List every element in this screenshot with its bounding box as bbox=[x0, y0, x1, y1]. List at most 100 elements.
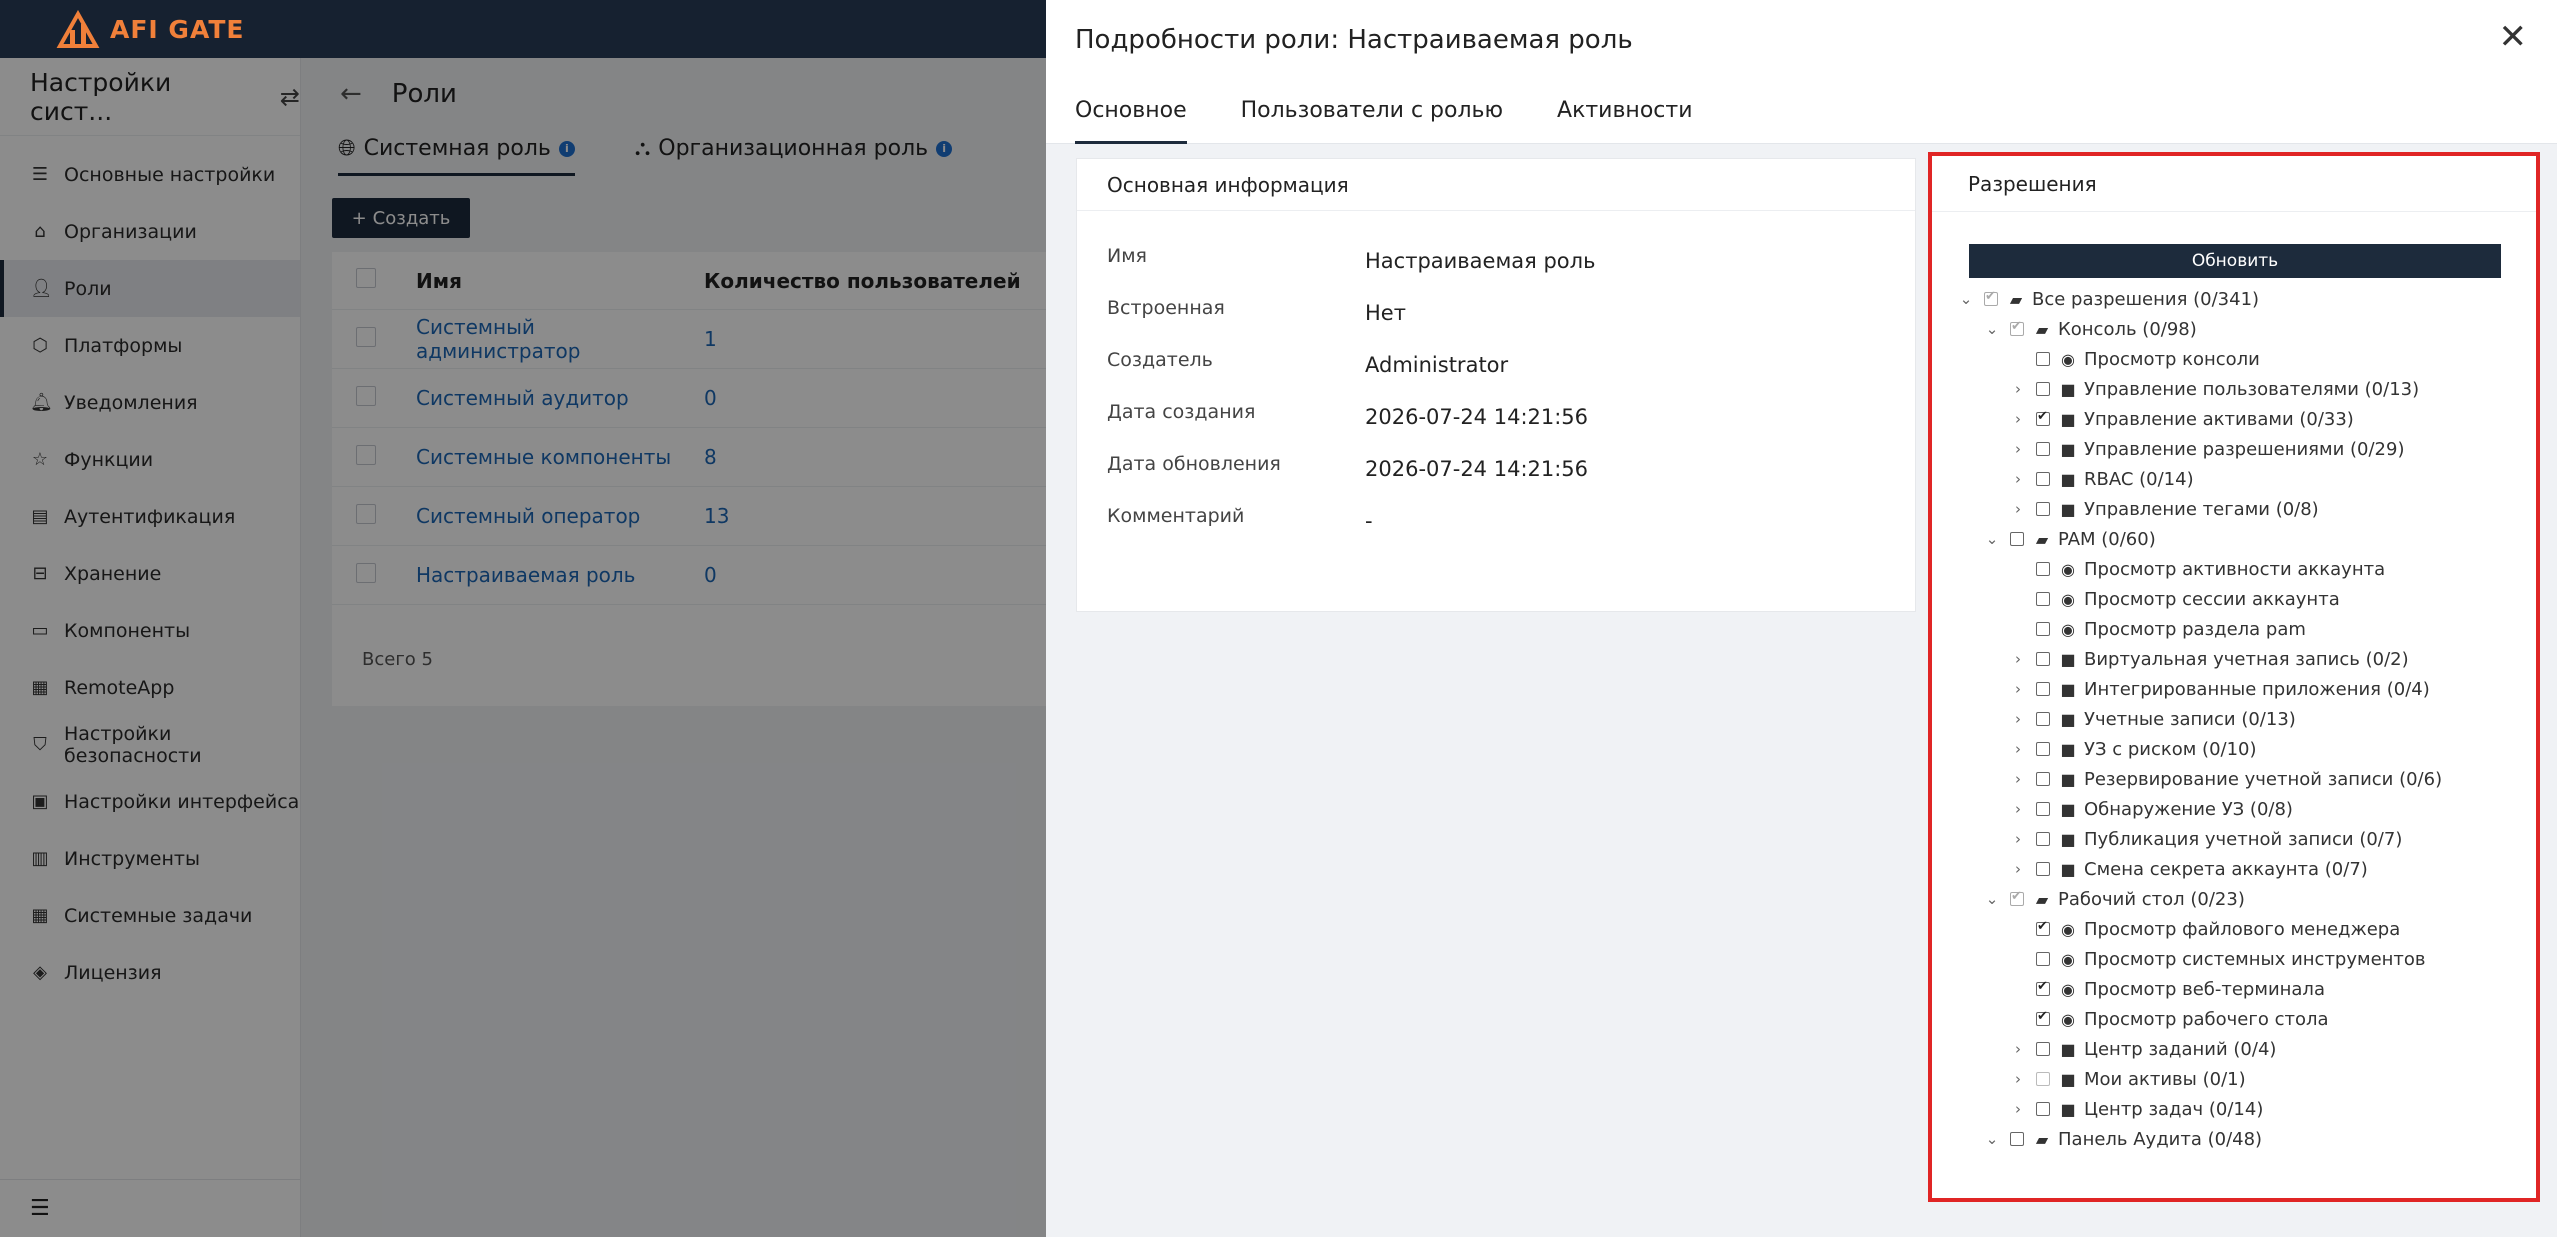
folder-icon: ■ bbox=[2060, 709, 2076, 729]
permission-checkbox[interactable] bbox=[2010, 319, 2024, 336]
permission-checkbox[interactable] bbox=[2036, 592, 2050, 606]
permission-node[interactable]: › ■ Смена секрета аккаунта (0/7) bbox=[1932, 854, 2536, 884]
field-value: 2026-07-24 14:21:56 bbox=[1365, 405, 1589, 429]
tab-role-users[interactable]: Пользователи с ролью bbox=[1241, 80, 1503, 144]
permission-node[interactable]: › ■ Центр задач (0/14) bbox=[1932, 1094, 2536, 1124]
permission-checkbox[interactable] bbox=[2036, 409, 2050, 426]
permission-checkbox[interactable] bbox=[2036, 502, 2050, 516]
permission-checkbox[interactable] bbox=[2036, 622, 2050, 636]
permission-checkbox[interactable] bbox=[2036, 652, 2050, 666]
app-logo[interactable]: AFI GATE bbox=[56, 9, 245, 48]
eye-icon: ◉ bbox=[2061, 589, 2075, 609]
tab-activities[interactable]: Активности bbox=[1557, 80, 1692, 144]
permission-checkbox[interactable] bbox=[2036, 742, 2050, 756]
permission-checkbox[interactable] bbox=[2036, 1042, 2050, 1056]
permission-checkbox[interactable] bbox=[2036, 832, 2050, 846]
chevron-right-icon[interactable]: › bbox=[2010, 470, 2026, 488]
permission-checkbox[interactable] bbox=[2036, 712, 2050, 726]
permission-node[interactable]: › ■ Управление активами (0/33) bbox=[1932, 404, 2536, 434]
permission-checkbox[interactable] bbox=[2010, 889, 2024, 906]
chevron-down-icon[interactable]: ⌄ bbox=[1984, 320, 2000, 338]
permission-node[interactable]: ⌄ ▰ Все разрешения (0/341) bbox=[1932, 284, 2536, 314]
permission-checkbox[interactable] bbox=[1984, 289, 1998, 306]
permission-label: Учетные записи (0/13) bbox=[2084, 708, 2296, 730]
permission-checkbox[interactable] bbox=[2036, 1102, 2050, 1116]
chevron-right-icon[interactable]: › bbox=[2010, 1040, 2026, 1058]
permission-node[interactable]: › ■ Виртуальная учетная запись (0/2) bbox=[1932, 644, 2536, 674]
permission-node[interactable]: ◉ Просмотр системных инструментов bbox=[1932, 944, 2536, 974]
chevron-right-icon[interactable]: › bbox=[2010, 830, 2026, 848]
permission-node[interactable]: › ■ Учетные записи (0/13) bbox=[1932, 704, 2536, 734]
field-label: Встроенная bbox=[1107, 297, 1225, 319]
chevron-down-icon[interactable]: ⌄ bbox=[1984, 890, 2000, 908]
chevron-right-icon[interactable]: › bbox=[2010, 1070, 2026, 1088]
permission-checkbox[interactable] bbox=[2036, 472, 2050, 486]
chevron-right-icon[interactable]: › bbox=[2010, 440, 2026, 458]
chevron-down-icon[interactable]: ⌄ bbox=[1958, 290, 1974, 308]
refresh-button[interactable]: Обновить bbox=[1969, 244, 2501, 278]
permission-checkbox[interactable] bbox=[2036, 682, 2050, 696]
permission-node[interactable]: › ■ Интегрированные приложения (0/4) bbox=[1932, 674, 2536, 704]
permission-node[interactable]: › ■ Управление тегами (0/8) bbox=[1932, 494, 2536, 524]
permission-node[interactable]: › ■ Мои активы (0/1) bbox=[1932, 1064, 2536, 1094]
permission-node[interactable]: › ■ Центр заданий (0/4) bbox=[1932, 1034, 2536, 1064]
field-label: Дата создания bbox=[1107, 401, 1256, 423]
permission-checkbox[interactable] bbox=[2036, 1072, 2050, 1086]
permission-node[interactable]: ◉ Просмотр активности аккаунта bbox=[1932, 554, 2536, 584]
chevron-right-icon[interactable]: › bbox=[2010, 500, 2026, 518]
eye-icon: ◉ bbox=[2061, 349, 2075, 369]
permission-checkbox[interactable] bbox=[2036, 562, 2050, 576]
logo-text: AFI GATE bbox=[110, 14, 245, 44]
folder-open-icon: ▰ bbox=[2035, 889, 2049, 909]
permission-node[interactable]: › ■ Управление пользователями (0/13) bbox=[1932, 374, 2536, 404]
chevron-down-icon[interactable]: ⌄ bbox=[1984, 1130, 2000, 1148]
permission-node[interactable]: › ■ Публикация учетной записи (0/7) bbox=[1932, 824, 2536, 854]
eye-icon: ◉ bbox=[2061, 919, 2075, 939]
permission-node[interactable]: ◉ Просмотр файлового менеджера bbox=[1932, 914, 2536, 944]
permission-node[interactable]: › ■ УЗ с риском (0/10) bbox=[1932, 734, 2536, 764]
permission-node[interactable]: ◉ Просмотр рабочего стола bbox=[1932, 1004, 2536, 1034]
permission-checkbox[interactable] bbox=[2036, 382, 2050, 396]
permission-checkbox[interactable] bbox=[2010, 532, 2024, 546]
permission-checkbox[interactable] bbox=[2010, 1132, 2024, 1146]
permission-checkbox[interactable] bbox=[2036, 919, 2050, 936]
permission-checkbox[interactable] bbox=[2036, 952, 2050, 966]
permission-node[interactable]: › ■ Обнаружение УЗ (0/8) bbox=[1932, 794, 2536, 824]
permission-node[interactable]: › ■ Управление разрешениями (0/29) bbox=[1932, 434, 2536, 464]
permission-node[interactable]: ◉ Просмотр консоли bbox=[1932, 344, 2536, 374]
folder-open-icon: ▰ bbox=[2009, 289, 2023, 309]
chevron-right-icon[interactable]: › bbox=[2010, 650, 2026, 668]
permission-checkbox[interactable] bbox=[2036, 1009, 2050, 1026]
permission-label: Просмотр сессии аккаунта bbox=[2084, 588, 2340, 610]
chevron-right-icon[interactable]: › bbox=[2010, 380, 2026, 398]
top-bar: AFI GATE bbox=[0, 0, 1046, 58]
close-icon[interactable]: ✕ bbox=[2499, 20, 2528, 54]
permission-node[interactable]: › ■ RBAC (0/14) bbox=[1932, 464, 2536, 494]
modal-backdrop[interactable] bbox=[0, 58, 1046, 1237]
permission-checkbox[interactable] bbox=[2036, 862, 2050, 876]
permission-checkbox[interactable] bbox=[2036, 979, 2050, 996]
chevron-right-icon[interactable]: › bbox=[2010, 740, 2026, 758]
permission-node[interactable]: ⌄ ▰ Панель Аудита (0/48) bbox=[1932, 1124, 2536, 1154]
chevron-right-icon[interactable]: › bbox=[2010, 410, 2026, 428]
chevron-right-icon[interactable]: › bbox=[2010, 1100, 2026, 1118]
chevron-right-icon[interactable]: › bbox=[2010, 800, 2026, 818]
permission-checkbox[interactable] bbox=[2036, 802, 2050, 816]
permission-node[interactable]: ⌄ ▰ PAM (0/60) bbox=[1932, 524, 2536, 554]
permission-label: Просмотр консоли bbox=[2084, 348, 2260, 370]
permission-node[interactable]: ◉ Просмотр раздела pam bbox=[1932, 614, 2536, 644]
permission-node[interactable]: › ■ Резервирование учетной записи (0/6) bbox=[1932, 764, 2536, 794]
permission-checkbox[interactable] bbox=[2036, 352, 2050, 366]
chevron-right-icon[interactable]: › bbox=[2010, 680, 2026, 698]
chevron-right-icon[interactable]: › bbox=[2010, 710, 2026, 728]
permission-checkbox[interactable] bbox=[2036, 442, 2050, 456]
permission-node[interactable]: ⌄ ▰ Консоль (0/98) bbox=[1932, 314, 2536, 344]
permission-node[interactable]: ⌄ ▰ Рабочий стол (0/23) bbox=[1932, 884, 2536, 914]
permission-node[interactable]: ◉ Просмотр веб-терминала bbox=[1932, 974, 2536, 1004]
chevron-right-icon[interactable]: › bbox=[2010, 860, 2026, 878]
chevron-down-icon[interactable]: ⌄ bbox=[1984, 530, 2000, 548]
chevron-right-icon[interactable]: › bbox=[2010, 770, 2026, 788]
permission-node[interactable]: ◉ Просмотр сессии аккаунта bbox=[1932, 584, 2536, 614]
tab-basic[interactable]: Основное bbox=[1075, 80, 1187, 144]
permission-checkbox[interactable] bbox=[2036, 772, 2050, 786]
